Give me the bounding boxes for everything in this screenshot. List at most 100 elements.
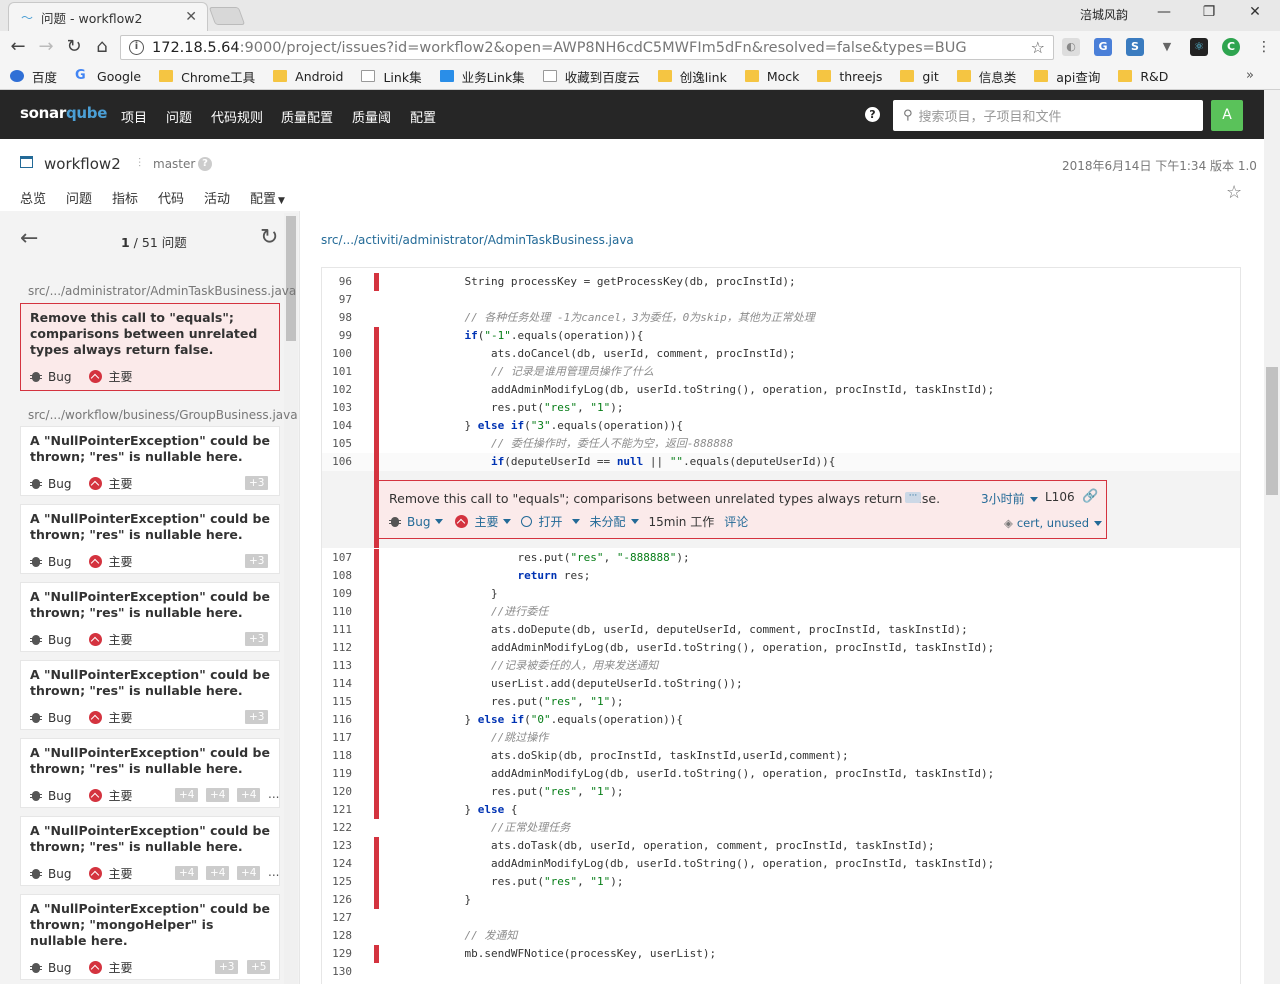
line-number[interactable]: 108 xyxy=(322,567,374,585)
tab-configuration[interactable]: 配置 ▼ xyxy=(250,188,285,207)
bookmark-star-icon[interactable]: ☆ xyxy=(1031,38,1045,57)
bookmark-folder-mock[interactable]: Mock xyxy=(744,69,799,84)
secondary-locations-badge[interactable]: +4 xyxy=(175,866,199,880)
tab-measures[interactable]: 指标 xyxy=(112,188,138,207)
nav-quality-gates[interactable]: 质量阈 xyxy=(352,107,391,126)
extension-icon-1[interactable]: ◐ xyxy=(1062,38,1080,56)
issue-gutter-marker[interactable] xyxy=(374,747,379,765)
bookmark-biz-link[interactable]: 业务Link集 xyxy=(439,67,525,86)
reload-icon[interactable]: ↻ xyxy=(62,35,86,59)
line-number[interactable]: 129 xyxy=(322,945,374,963)
secondary-locations-badge[interactable]: +4 xyxy=(206,866,230,880)
issue-card[interactable]: A "NullPointerException" could be thrown… xyxy=(20,426,280,496)
line-number[interactable]: 123 xyxy=(322,837,374,855)
secondary-locations-badge[interactable]: +5 xyxy=(247,960,271,974)
issue-gutter-marker[interactable] xyxy=(374,675,379,693)
inline-issue-box[interactable]: Remove this call to "equals"; comparison… xyxy=(378,480,1107,539)
issue-gutter-marker[interactable] xyxy=(374,711,379,729)
issue-gutter-marker[interactable] xyxy=(374,621,379,639)
sidebar-scrollbar-thumb[interactable] xyxy=(286,216,296,341)
issue-gutter-marker[interactable] xyxy=(374,693,379,711)
line-number[interactable]: 104 xyxy=(322,417,374,435)
line-number[interactable]: 122 xyxy=(322,819,374,837)
home-icon[interactable]: ⌂ xyxy=(90,35,114,59)
secondary-locations-badge[interactable]: +3 xyxy=(245,554,269,568)
line-number[interactable]: 127 xyxy=(322,909,374,927)
issue-gutter-marker[interactable] xyxy=(374,399,379,417)
issue-permalink-icon[interactable]: 🔗 xyxy=(1082,489,1098,504)
line-number[interactable]: 120 xyxy=(322,783,374,801)
issue-gutter-marker[interactable] xyxy=(374,639,379,657)
line-number[interactable]: 119 xyxy=(322,765,374,783)
extension-icon-3[interactable]: S xyxy=(1126,38,1144,56)
secondary-locations-badge[interactable]: +3 xyxy=(245,710,269,724)
issue-gutter-marker[interactable] xyxy=(374,381,379,399)
new-tab-button[interactable] xyxy=(208,7,246,25)
issue-severity-button[interactable]: 主要 xyxy=(437,513,512,530)
line-number[interactable]: 107 xyxy=(322,549,374,567)
window-close-icon[interactable]: ✕ xyxy=(1245,4,1265,20)
issue-comment-link[interactable]: 评论 xyxy=(724,513,748,530)
issue-type-button[interactable]: Bug xyxy=(389,515,444,529)
secondary-locations-badge[interactable]: +4 xyxy=(237,788,261,802)
bookmark-folder-info[interactable]: 信息类 xyxy=(956,67,1016,86)
bookmark-folder-android[interactable]: Android xyxy=(273,69,343,84)
line-number[interactable]: 114 xyxy=(322,675,374,693)
issue-gutter-marker[interactable] xyxy=(374,417,379,435)
issue-card[interactable]: A "NullPointerException" could be thrown… xyxy=(20,894,280,980)
issue-status-button[interactable]: 打开 xyxy=(521,513,580,530)
bookmark-folder-git[interactable]: git xyxy=(900,69,939,84)
issue-more-button[interactable]: ··· xyxy=(905,492,921,503)
issue-gutter-marker[interactable] xyxy=(374,657,379,675)
line-number[interactable]: 105 xyxy=(322,435,374,453)
line-number[interactable]: 117 xyxy=(322,729,374,747)
back-icon[interactable]: ← xyxy=(6,35,30,59)
issue-gutter-marker[interactable] xyxy=(374,729,379,747)
address-bar[interactable]: i 172.18.5.64:9000/project/issues?id=wor… xyxy=(120,35,1054,60)
global-search-input[interactable]: ⚲ 搜索项目，子项目和文件 xyxy=(893,100,1203,131)
issue-gutter-marker[interactable] xyxy=(374,837,379,855)
issue-gutter-marker[interactable] xyxy=(374,801,379,819)
line-number[interactable]: 101 xyxy=(322,363,374,381)
branch-help-icon[interactable]: ? xyxy=(198,157,212,171)
line-number[interactable]: 106 xyxy=(322,453,374,471)
issue-card[interactable]: A "NullPointerException" could be thrown… xyxy=(20,816,280,886)
secondary-locations-badge[interactable]: +4 xyxy=(206,788,230,802)
bookmark-folder-chuangyi[interactable]: 创逸link xyxy=(657,67,727,86)
help-icon[interactable]: ? xyxy=(865,107,880,122)
line-number[interactable]: 115 xyxy=(322,693,374,711)
secondary-locations-badge[interactable]: +3 xyxy=(245,476,269,490)
browser-tab[interactable]: 〜 问题 - workflow2 ✕ xyxy=(8,2,208,31)
source-file-path[interactable]: src/.../activiti/administrator/AdminTask… xyxy=(321,233,634,247)
line-number[interactable]: 110 xyxy=(322,603,374,621)
secondary-locations-badge[interactable]: +3 xyxy=(215,960,239,974)
line-number[interactable]: 109 xyxy=(322,585,374,603)
nav-projects[interactable]: 项目 xyxy=(121,107,147,126)
issue-gutter-marker[interactable] xyxy=(374,873,379,891)
issue-gutter-marker[interactable] xyxy=(374,783,379,801)
forward-icon[interactable]: → xyxy=(34,35,58,59)
browser-profile-name[interactable]: 涪城风韵 xyxy=(1080,6,1128,23)
line-number[interactable]: 116 xyxy=(322,711,374,729)
page-scrollbar[interactable] xyxy=(1264,90,1280,984)
sonarqube-logo[interactable]: sonarqube xyxy=(20,104,107,122)
line-number[interactable]: 118 xyxy=(322,747,374,765)
nav-administration[interactable]: 配置 xyxy=(410,107,436,126)
user-avatar[interactable]: A xyxy=(1211,100,1243,131)
nav-rules[interactable]: 代码规则 xyxy=(211,107,263,126)
nav-issues[interactable]: 问题 xyxy=(166,107,192,126)
bookmark-folder-api[interactable]: api查询 xyxy=(1034,67,1100,86)
nav-quality-profiles[interactable]: 质量配置 xyxy=(281,107,333,126)
issue-gutter-marker[interactable] xyxy=(374,435,379,453)
browser-menu-icon[interactable]: ⋮ xyxy=(1252,35,1276,59)
issue-gutter-marker[interactable] xyxy=(374,945,379,963)
line-number[interactable]: 100 xyxy=(322,345,374,363)
secondary-locations-badge[interactable]: +4 xyxy=(237,866,261,880)
issue-card-selected[interactable]: Remove this call to "equals"; comparison… xyxy=(20,303,280,391)
issue-gutter-marker[interactable] xyxy=(374,891,379,909)
issue-gutter-marker[interactable] xyxy=(374,765,379,783)
line-number[interactable]: 102 xyxy=(322,381,374,399)
issue-gutter-marker[interactable] xyxy=(374,567,379,585)
page-scrollbar-thumb[interactable] xyxy=(1266,367,1278,495)
issue-gutter-marker[interactable] xyxy=(374,549,379,567)
